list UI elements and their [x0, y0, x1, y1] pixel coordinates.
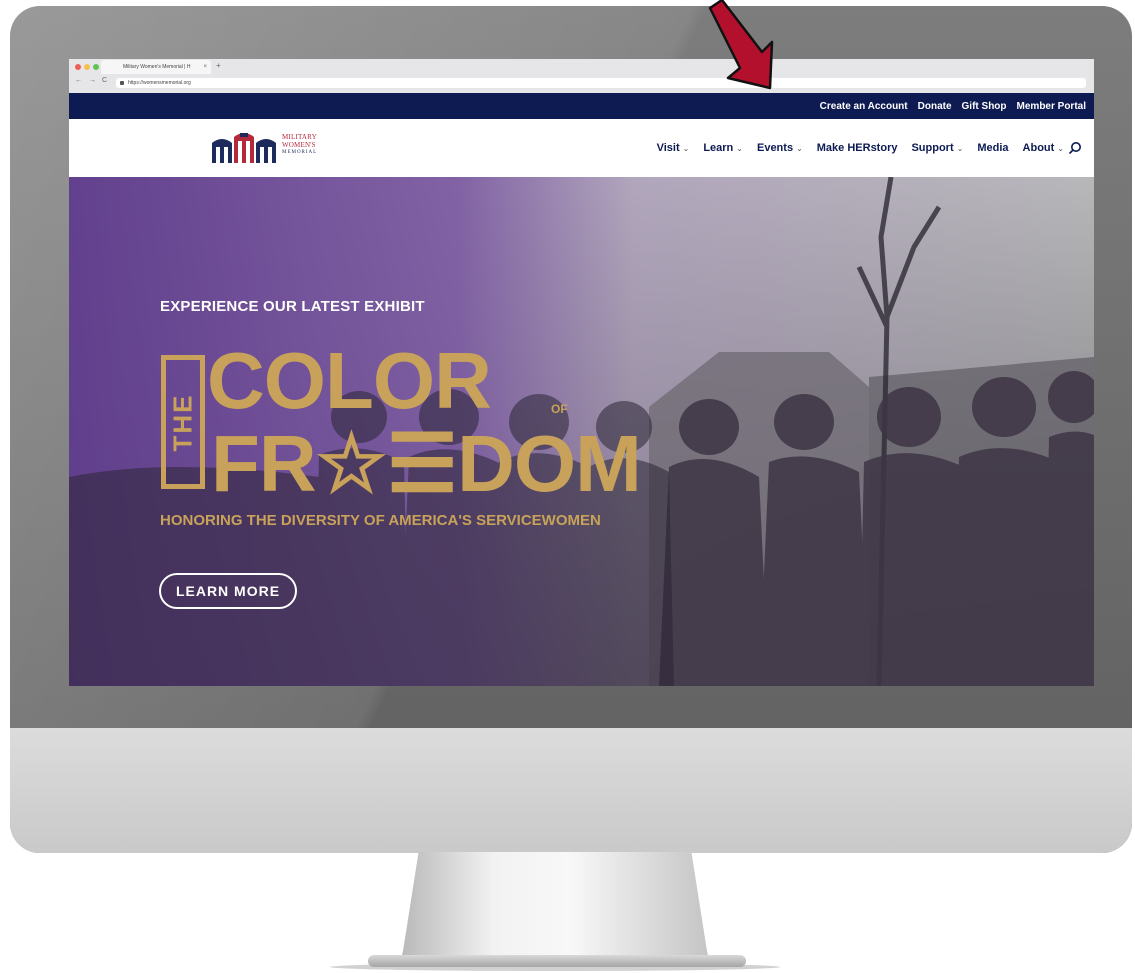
logo-wordmark: MILITARY WOMEN'S MEMORIAL [282, 133, 317, 157]
reload-button[interactable]: C [102, 77, 107, 84]
hero-title-color: COLOR [207, 336, 492, 425]
browser-toolbar: Military Women's Memorial | H × + ← → C … [69, 59, 1094, 94]
address-bar[interactable]: https://womensmemorial.org [116, 78, 1086, 88]
nav-item-about[interactable]: About ⌄ [1023, 142, 1064, 154]
monitor-chin [10, 728, 1132, 853]
tab-title: Military Women's Memorial | H [123, 64, 191, 70]
monitor-stand-base [368, 955, 746, 967]
utility-bar: Create an Account Donate Gift Shop Membe… [69, 93, 1094, 119]
maximize-window-icon[interactable] [93, 64, 99, 70]
member-portal-link[interactable]: Member Portal [1017, 101, 1086, 112]
nav-item-label: Visit [656, 142, 680, 154]
nav-item-visit[interactable]: Visit ⌄ [657, 142, 690, 154]
hero-title-of: OF [551, 402, 568, 416]
browser-screen: Military Women's Memorial | H × + ← → C … [69, 59, 1094, 686]
nav-item-label: Make HERstory [816, 142, 898, 154]
lock-icon [120, 81, 124, 85]
nav-item-label: Media [977, 142, 1009, 154]
nav-item-support[interactable]: Support ⌄ [911, 142, 963, 154]
chevron-down-icon: ⌄ [1057, 143, 1064, 153]
memorial-logo-icon [212, 133, 276, 163]
chevron-down-icon: ⌄ [956, 143, 964, 153]
nav-item-learn[interactable]: Learn ⌄ [703, 142, 743, 154]
pointer-arrow-icon [708, 0, 774, 90]
nav-item-events[interactable]: Events ⌄ [757, 142, 803, 154]
search-icon[interactable] [1068, 141, 1082, 155]
nav-item-label: About [1022, 142, 1055, 154]
browser-tab[interactable]: Military Women's Memorial | H × [101, 60, 211, 74]
logo-line-womens: WOMEN'S [282, 141, 316, 149]
hero-eyebrow: EXPERIENCE OUR LATEST EXHIBIT [160, 298, 425, 315]
chevron-down-icon: ⌄ [736, 143, 743, 153]
back-button[interactable]: ← [75, 77, 82, 84]
chevron-down-icon: ⌄ [682, 143, 690, 153]
monitor-stand [400, 852, 710, 964]
nav-item-label: Events [756, 142, 794, 154]
primary-nav-links: Visit ⌄ Learn ⌄ Events ⌄ Make HERstory S… [657, 119, 1064, 177]
nav-item-make-herstory[interactable]: Make HERstory [817, 142, 898, 154]
logo-line-memorial: MEMORIAL [282, 150, 318, 155]
forward-button[interactable]: → [89, 77, 96, 84]
hero-title-the-text: THE [167, 393, 198, 451]
hero-banner: EXPERIENCE OUR LATEST EXHIBIT THE COLOR … [69, 177, 1094, 686]
minimize-window-icon[interactable] [84, 64, 90, 70]
close-window-icon[interactable] [75, 64, 81, 70]
logo-line-military: MILITARY [282, 133, 317, 141]
main-nav: MILITARY WOMEN'S MEMORIAL Visit ⌄ Learn … [69, 119, 1094, 177]
url-text: https://womensmemorial.org [128, 80, 191, 86]
hero-title-freedom: FR☆☰DOM [211, 419, 642, 508]
nav-item-label: Support [911, 142, 954, 154]
gift-shop-link[interactable]: Gift Shop [962, 101, 1007, 112]
tab-close-icon[interactable]: × [203, 60, 207, 74]
nav-item-media[interactable]: Media [977, 142, 1008, 154]
monitor-frame: Military Women's Memorial | H × + ← → C … [10, 6, 1132, 853]
site-logo[interactable]: MILITARY WOMEN'S MEMORIAL [210, 129, 350, 171]
new-tab-button[interactable]: + [216, 61, 221, 70]
utility-links: Create an Account Donate Gift Shop Membe… [820, 93, 1086, 119]
chevron-down-icon: ⌄ [796, 143, 803, 153]
hero-tagline: HONORING THE DIVERSITY OF AMERICA'S SERV… [160, 512, 601, 529]
create-account-link[interactable]: Create an Account [820, 101, 908, 112]
hero-title-the: THE [161, 355, 205, 489]
nav-item-label: Learn [703, 142, 734, 154]
learn-more-button[interactable]: LEARN MORE [159, 573, 297, 609]
donate-link[interactable]: Donate [918, 101, 952, 112]
